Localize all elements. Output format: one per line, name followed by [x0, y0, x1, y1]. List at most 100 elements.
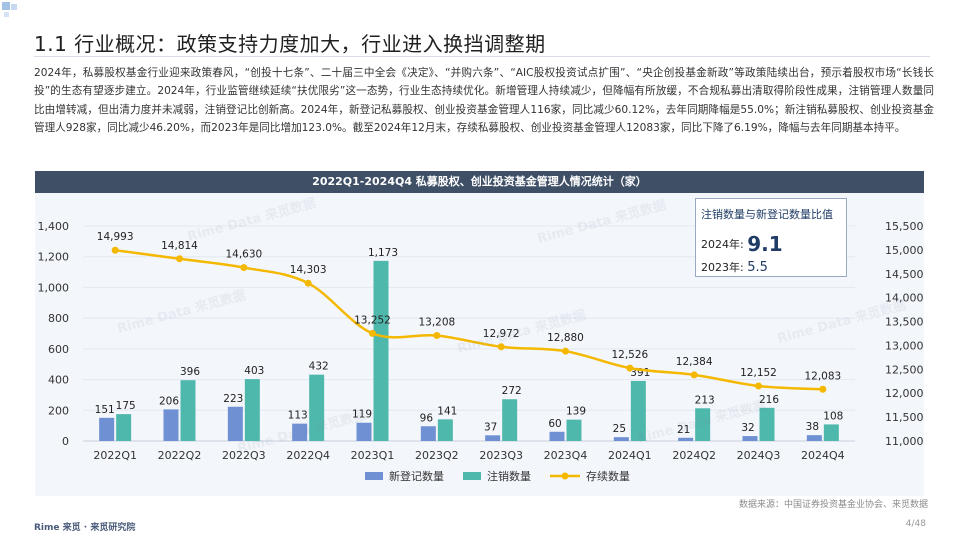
y-right-tick-label: 15,500 — [885, 220, 924, 233]
y-right-tick-label: 13,500 — [885, 316, 924, 329]
bar-new-data-label: 151 — [95, 404, 115, 416]
chart-panel: 2022Q1-2024Q4 私募股权、创业投资基金管理人情况统计（家） 0 200… — [35, 171, 924, 496]
ratio-row-2023: 2023年: 5.5 — [701, 259, 768, 275]
data-source: 数据来源：中国证券投资基金业协会、来觅数据 — [738, 500, 928, 510]
y-right-tick-label: 11,000 — [885, 435, 924, 448]
line-existing-point — [433, 332, 441, 340]
legend-label: 注销数量 — [487, 469, 531, 483]
line-data-label: 14,630 — [225, 249, 262, 261]
bar-new-registered — [420, 426, 436, 441]
legend-label: 存续数量 — [586, 469, 630, 483]
bar-new-registered — [742, 436, 758, 441]
bar-new-data-label: 206 — [159, 395, 179, 407]
ratio-callout-title: 注销数量与新登记数量比值 — [701, 208, 833, 221]
line-existing-point — [690, 371, 698, 379]
line-data-label: 14,303 — [290, 264, 327, 276]
bar-new-registered — [806, 435, 822, 441]
line-existing-point — [369, 329, 376, 337]
bar-new-registered — [356, 422, 372, 441]
title-divider — [34, 56, 930, 57]
bar-new-data-label: 223 — [223, 393, 243, 405]
corner-decoration-icon — [2, 2, 17, 17]
x-tick-label: 2023Q2 — [415, 449, 459, 462]
footer-brand-logo: Rime 来觅 · 来觅研究院 — [34, 523, 136, 533]
bar-new-data-label: 25 — [613, 423, 626, 435]
y-right-tick-label: 15,000 — [885, 244, 924, 257]
y-left-tick-label: 1,200 — [38, 251, 70, 264]
y-right-tick-label: 11,500 — [885, 411, 924, 424]
bar-dereg-data-label: 108 — [823, 410, 843, 422]
page-number: 4/48 — [905, 519, 926, 529]
y-right-tick-label: 14,500 — [885, 268, 924, 281]
ratio-callout-box: 注销数量与新登记数量比值 2024年: 9.1 2023年: 5.5 — [695, 198, 847, 277]
bar-dereg-data-label: 213 — [695, 394, 715, 406]
line-existing-point — [111, 246, 119, 254]
line-data-label: 12,152 — [740, 367, 777, 379]
ratio-label-2023: 2023年: — [701, 261, 744, 274]
x-tick-label: 2023Q4 — [544, 449, 588, 462]
line-existing-point — [755, 382, 762, 390]
page-title: 1.1 行业概况：政策支持力度加大，行业进入换挡调整期 — [34, 32, 546, 56]
bar-new-registered — [549, 431, 565, 441]
legend-swatch-point — [561, 472, 569, 480]
x-tick-label: 2022Q1 — [93, 449, 137, 462]
line-data-label: 13,252 — [354, 314, 391, 326]
bar-new-data-label: 37 — [484, 421, 497, 433]
line-data-label: 14,993 — [97, 231, 134, 243]
legend-swatch — [365, 472, 383, 480]
y-left-tick-label: 800 — [48, 312, 69, 325]
line-data-label: 12,083 — [804, 370, 841, 382]
y-right-tick-label: 12,000 — [885, 387, 924, 400]
ratio-value-2024: 9.1 — [747, 232, 783, 256]
bar-new-data-label: 60 — [548, 418, 561, 430]
bar-dereg-data-label: 396 — [180, 366, 200, 378]
ratio-row-2024: 2024年: 9.1 — [701, 232, 783, 256]
x-tick-label: 2024Q3 — [737, 449, 781, 462]
line-existing-point — [304, 279, 312, 287]
line-existing-point — [240, 264, 248, 272]
x-tick-label: 2022Q4 — [286, 449, 330, 462]
line-existing-point — [562, 347, 569, 355]
x-tick-label: 2023Q3 — [479, 449, 523, 462]
x-tick-label: 2024Q4 — [801, 449, 845, 462]
y-left-tick-label: 600 — [48, 343, 69, 356]
x-tick-label: 2023Q1 — [351, 449, 395, 462]
bar-dereg-data-label: 403 — [244, 365, 264, 377]
line-data-label: 12,384 — [676, 356, 713, 368]
line-data-label: 12,880 — [547, 332, 584, 344]
bar-deregistered — [502, 399, 518, 441]
bar-deregistered — [823, 424, 839, 441]
bar-new-registered — [613, 437, 629, 441]
bar-dereg-data-label: 175 — [116, 400, 136, 412]
bar-dereg-data-label: 432 — [309, 361, 329, 373]
legend-swatch — [463, 472, 481, 480]
bar-deregistered — [437, 419, 453, 441]
ratio-label-2024: 2024年: — [701, 238, 744, 251]
intro-paragraph: 2024年，私募股权基金行业迎来政策春风，“创投十七条”、二十届三中全会《决定》… — [34, 67, 934, 135]
bar-new-data-label: 32 — [741, 422, 754, 434]
bar-deregistered — [566, 419, 582, 441]
bar-deregistered — [116, 414, 132, 441]
bar-new-data-label: 96 — [420, 412, 434, 424]
ratio-value-2023: 5.5 — [747, 260, 768, 275]
bar-new-registered — [163, 409, 179, 441]
bar-new-registered — [99, 417, 115, 441]
bar-deregistered — [373, 260, 389, 441]
line-data-label: 12,526 — [611, 349, 648, 361]
y-left-tick-label: 1,400 — [38, 220, 70, 233]
bar-deregistered — [180, 380, 196, 441]
x-tick-label: 2024Q1 — [608, 449, 652, 462]
bar-dereg-data-label: 139 — [566, 406, 586, 418]
y-right-tick-label: 12,500 — [885, 363, 924, 376]
line-existing-point — [819, 385, 827, 393]
y-left-tick-label: 400 — [48, 374, 69, 387]
bar-dereg-data-label: 1,173 — [368, 247, 398, 259]
bar-new-registered — [678, 437, 694, 441]
bar-new-registered — [485, 435, 501, 441]
y-right-tick-label: 13,000 — [885, 339, 924, 352]
y-left-tick-label: 200 — [48, 404, 69, 417]
x-tick-label: 2024Q2 — [672, 449, 716, 462]
bar-dereg-data-label: 272 — [502, 385, 522, 397]
line-existing-point — [626, 364, 634, 372]
bar-new-data-label: 38 — [806, 421, 819, 433]
